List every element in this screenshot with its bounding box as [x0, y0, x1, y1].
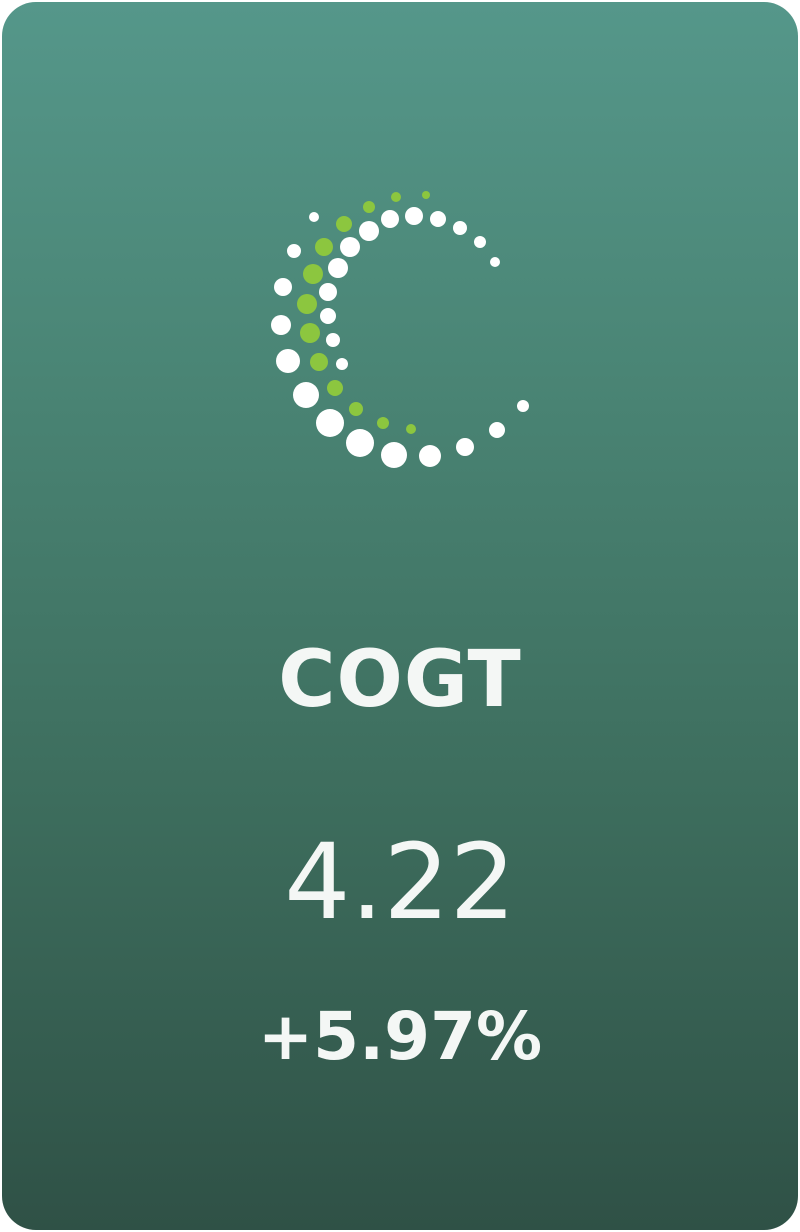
dotted-c-logo-icon — [271, 191, 529, 468]
ticker-symbol: COGT — [278, 635, 522, 725]
price-change-percent: +5.97% — [257, 998, 543, 1075]
price-value: 4.22 — [284, 821, 516, 943]
stock-card[interactable]: COGT 4.22 +5.97% — [2, 2, 798, 1230]
